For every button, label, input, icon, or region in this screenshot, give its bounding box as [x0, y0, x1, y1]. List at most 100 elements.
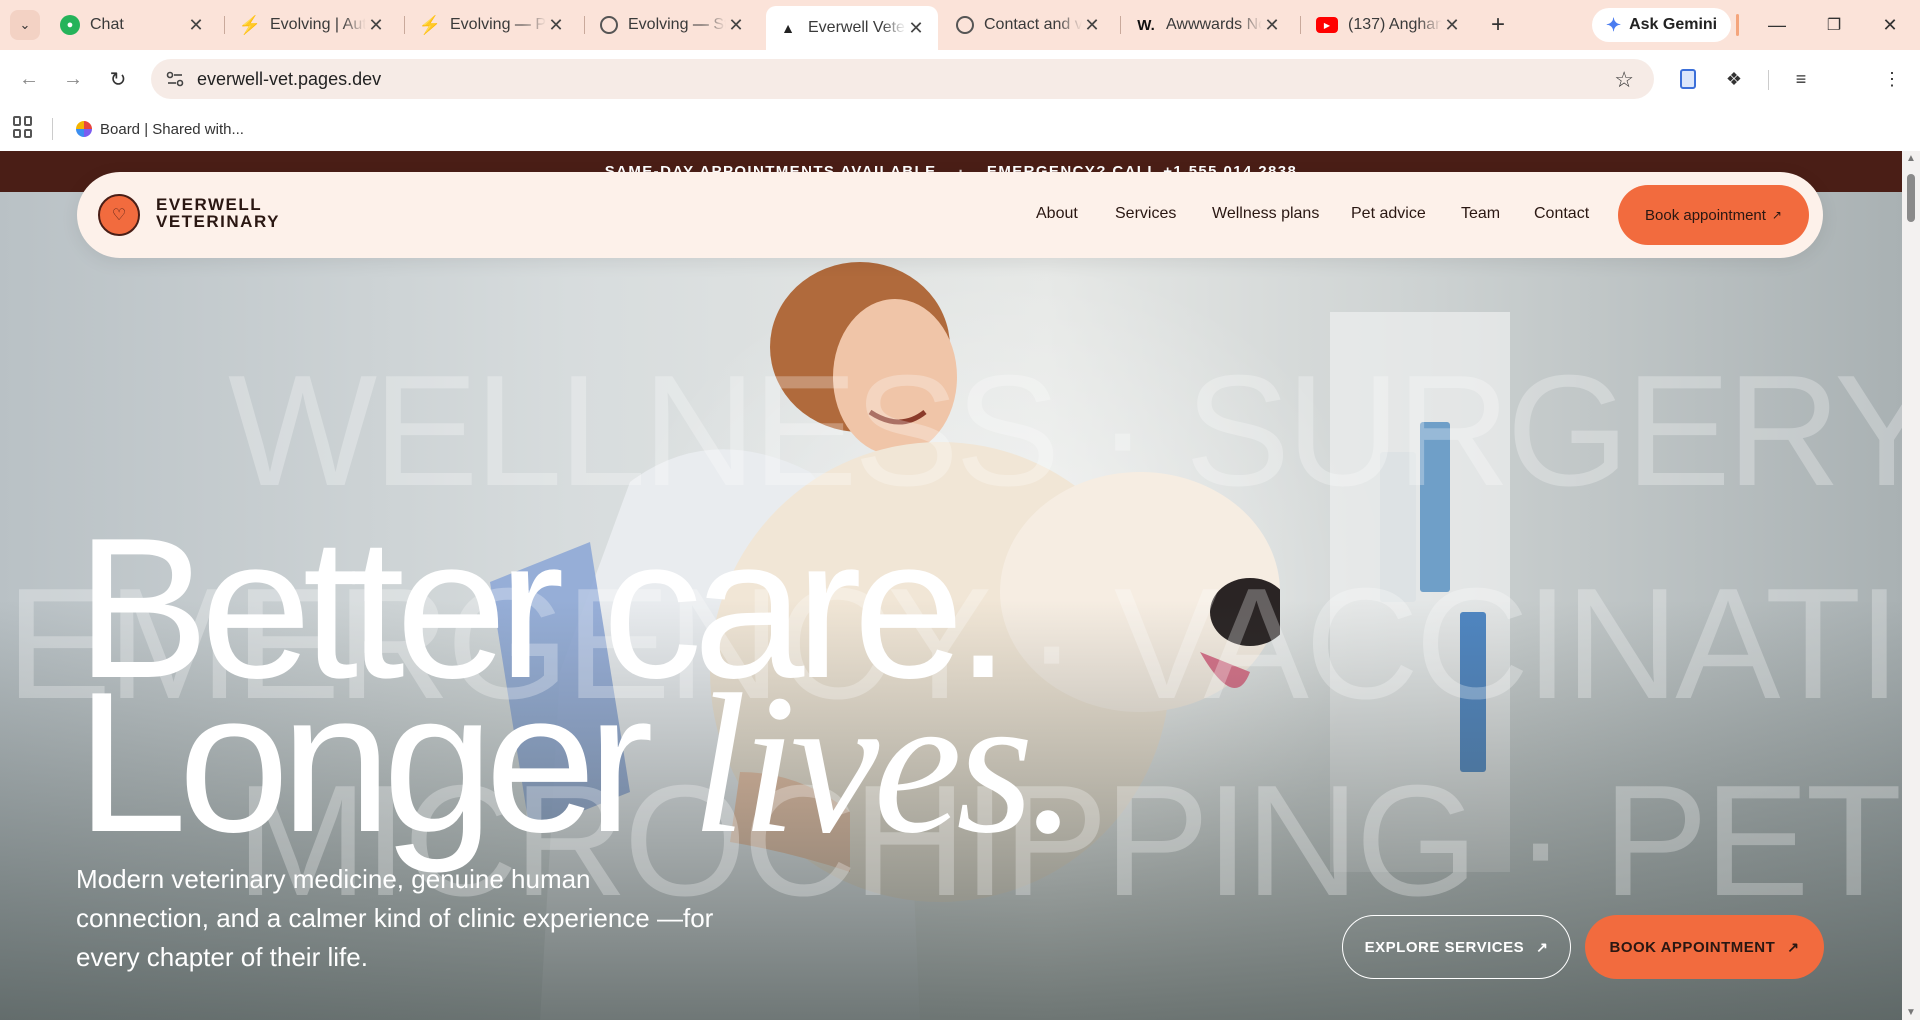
tab-title: Evolving — St [628, 16, 726, 33]
forward-button[interactable]: → [58, 64, 88, 94]
media-controls-button[interactable]: ≡ [1786, 64, 1816, 94]
scrollbar-thumb[interactable] [1907, 174, 1915, 222]
restore-button[interactable]: ❐ [1814, 8, 1854, 42]
book-appointment-hero-label: BOOK APPOINTMENT [1609, 938, 1776, 956]
nav-services[interactable]: Services [1115, 205, 1176, 223]
headline-lives: lives. [691, 654, 1078, 875]
arrow-up-right-icon: ↗ [1536, 938, 1549, 955]
playlist-icon: ≡ [1795, 68, 1807, 89]
globe-icon [956, 16, 974, 34]
ask-gemini-button[interactable]: ✦ Ask Gemini [1592, 8, 1732, 42]
bolt-icon: ⚡ [238, 14, 262, 35]
tab-strip: ⌄ ● Chat ✕ ⚡ Evolving | Aut ✕ ⚡ Evolving… [0, 0, 1920, 50]
chevron-down-icon: ⌄ [19, 17, 31, 32]
divider [1736, 14, 1739, 36]
extensions-button[interactable]: ❖ [1719, 64, 1749, 94]
tab-everwell-active[interactable]: ▲ Everwell Veter ✕ [766, 6, 938, 50]
bookmark-label: Board | Shared with... [100, 120, 244, 138]
tab-title: Evolving | Aut [270, 16, 366, 33]
arrow-up-right-icon: ↗ [1787, 938, 1800, 955]
headline-longer: Longer [76, 651, 654, 874]
logo-line-1: EVERWELL [156, 195, 263, 214]
tab-contact[interactable]: Contact and v ✕ [944, 8, 1114, 42]
menu-button[interactable]: ⋮ [1877, 64, 1907, 94]
book-appointment-label: Book appointment [1645, 206, 1766, 224]
reload-icon: ↻ [109, 68, 127, 91]
close-icon[interactable]: ✕ [1442, 15, 1462, 35]
arrow-up-right-icon: ↗ [1771, 208, 1782, 222]
tab-title: Chat [90, 16, 124, 33]
arrow-right-icon: → [63, 67, 83, 90]
page-scrollbar[interactable]: ▲ ▼ [1902, 151, 1920, 1020]
minimize-button[interactable]: — [1757, 8, 1797, 42]
nav-about[interactable]: About [1036, 205, 1078, 223]
awwwards-icon: W. [1137, 16, 1155, 34]
bookmark-star-icon[interactable]: ☆ [1614, 67, 1634, 93]
tab-title: Everwell Veter [808, 19, 906, 36]
explore-services-button[interactable]: EXPLORE SERVICES ↗ [1342, 915, 1571, 979]
page-viewport: SAME-DAY APPOINTMENTS AVAILABLE · EMERGE… [0, 151, 1902, 1020]
tab-title: Evolving — Pl [450, 16, 546, 33]
tab-search-button[interactable]: ⌄ [10, 10, 40, 40]
everwell-favicon: ▲ [781, 20, 795, 36]
book-appointment-nav-button[interactable]: Book appointment ↗ [1618, 185, 1809, 245]
site-settings-icon[interactable] [165, 69, 185, 89]
close-icon[interactable]: ✕ [1262, 15, 1282, 35]
explore-services-label: EXPLORE SERVICES [1364, 938, 1525, 956]
plus-icon: + [1490, 11, 1505, 38]
close-icon[interactable]: ✕ [366, 15, 386, 35]
globe-icon [600, 16, 618, 34]
gemini-sparkle-icon: ✦ [1606, 14, 1622, 35]
tab-evolving-aut[interactable]: ⚡ Evolving | Aut ✕ [228, 8, 398, 42]
puzzle-icon: ❖ [1725, 68, 1743, 89]
ask-gemini-label: Ask Gemini [1629, 16, 1718, 33]
minimize-icon: — [1768, 14, 1786, 35]
close-icon[interactable]: ✕ [186, 15, 206, 35]
close-icon[interactable]: ✕ [906, 18, 926, 38]
extension-icon[interactable] [1673, 64, 1703, 94]
kebab-menu-icon: ⋮ [1883, 68, 1901, 89]
url-text: everwell-vet.pages.dev [197, 69, 382, 89]
heart-logo-icon[interactable]: ♡ [98, 194, 140, 236]
new-tab-button[interactable]: + [1483, 10, 1513, 40]
clipboard-extension-icon [1680, 69, 1696, 89]
arrow-left-icon: ← [19, 67, 39, 90]
chat-icon: ● [60, 15, 80, 35]
tab-chat[interactable]: ● Chat ✕ [48, 8, 218, 42]
tab-awwwards[interactable]: W. Awwwards Nc ✕ [1124, 8, 1294, 42]
scroll-up-icon[interactable]: ▲ [1906, 153, 1916, 164]
close-icon: ✕ [1882, 14, 1898, 35]
close-window-button[interactable]: ✕ [1870, 8, 1910, 42]
close-icon[interactable]: ✕ [1082, 15, 1102, 35]
tab-title: Contact and v [984, 16, 1082, 33]
apps-grid-icon[interactable] [13, 116, 35, 138]
tab-evolving-st[interactable]: Evolving — St ✕ [588, 8, 758, 42]
hero-subcopy: Modern veterinary medicine, genuine huma… [76, 864, 714, 972]
nav-pet-advice[interactable]: Pet advice [1351, 205, 1426, 223]
tab-youtube[interactable]: ▶ (137) Anghan ✕ [1304, 8, 1474, 42]
bolt-icon: ⚡ [418, 14, 442, 35]
hero-headline-line-2: Longer lives. [76, 663, 1078, 865]
nav-team[interactable]: Team [1461, 205, 1500, 223]
browser-toolbar: ← → ↻ everwell-vet.pages.dev ☆ ❖ ≡ ⋮ [0, 50, 1920, 142]
back-button[interactable]: ← [14, 64, 44, 94]
tab-evolving-pl[interactable]: ⚡ Evolving — Pl ✕ [408, 8, 578, 42]
divider [1768, 70, 1769, 90]
close-icon[interactable]: ✕ [726, 15, 746, 35]
scroll-down-icon[interactable]: ▼ [1906, 1007, 1916, 1018]
close-icon[interactable]: ✕ [546, 15, 566, 35]
nav-wellness-plans[interactable]: Wellness plans [1212, 205, 1319, 223]
site-header: ♡ EVERWELL VETERINARY About Services Wel… [77, 172, 1823, 258]
logo-line-2: VETERINARY [156, 212, 280, 231]
ticker-row-1: WELLNESS · SURGERY · DIA [228, 343, 1902, 519]
bookmark-board[interactable]: Board | Shared with... [76, 116, 244, 142]
divider [52, 118, 53, 140]
youtube-icon: ▶ [1316, 17, 1338, 33]
site-logo[interactable]: EVERWELL VETERINARY [156, 196, 280, 230]
reload-button[interactable]: ↻ [103, 64, 133, 94]
restore-icon: ❐ [1826, 17, 1842, 34]
address-bar[interactable]: everwell-vet.pages.dev ☆ [151, 59, 1654, 99]
board-favicon [76, 121, 92, 137]
book-appointment-hero-button[interactable]: BOOK APPOINTMENT ↗ [1585, 915, 1824, 979]
nav-contact[interactable]: Contact [1534, 205, 1589, 223]
